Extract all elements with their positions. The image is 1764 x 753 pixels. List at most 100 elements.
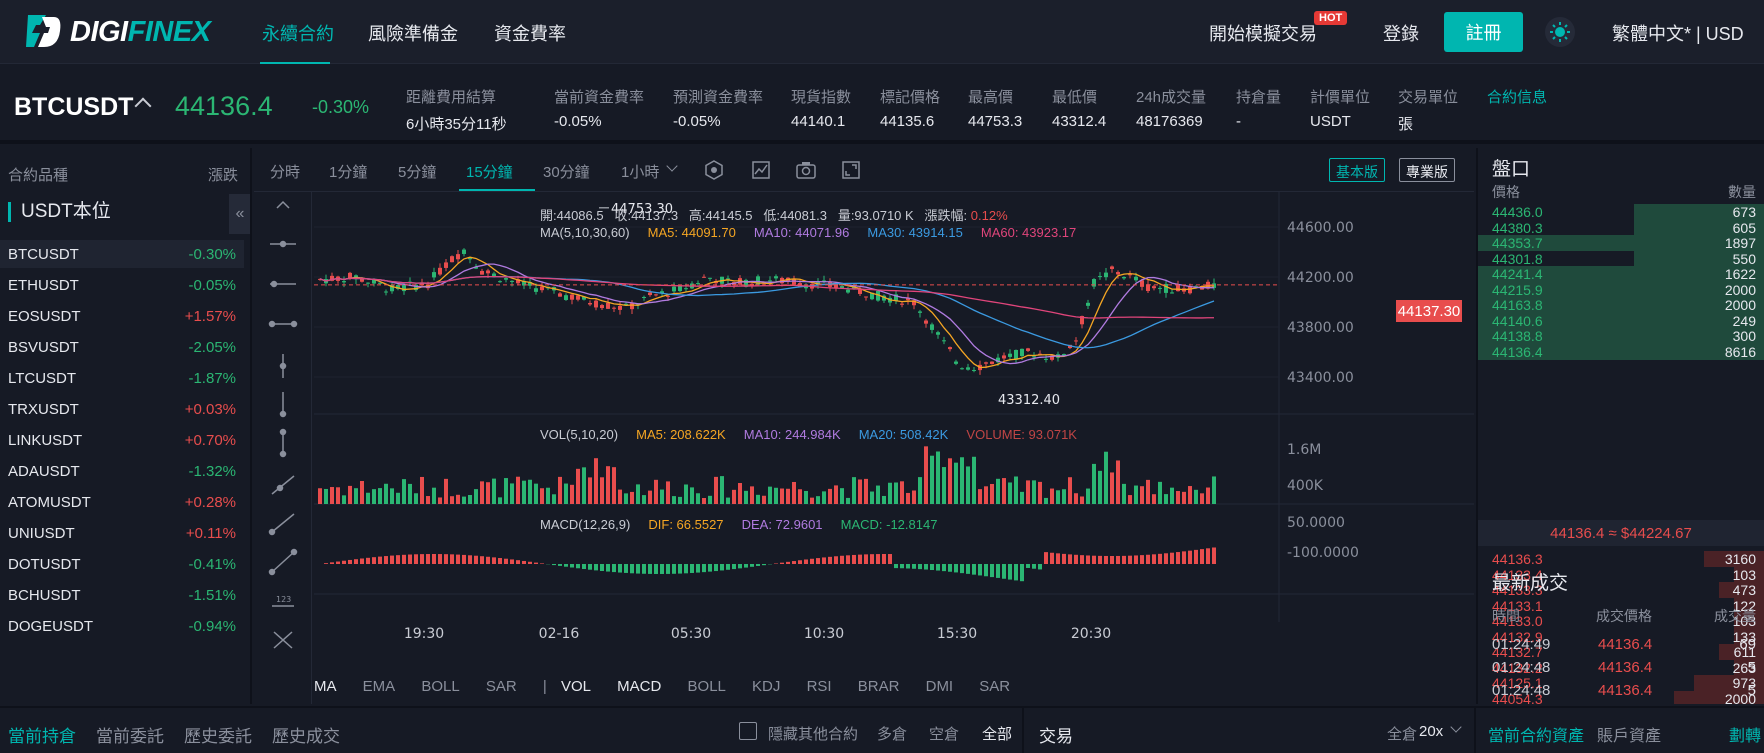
- market-row-bsvusdt[interactable]: BSVUSDT-2.05%: [0, 333, 244, 361]
- market-row-eosusdt[interactable]: EOSUSDT+1.57%: [0, 302, 244, 330]
- volume-bar: [348, 486, 352, 504]
- tf-15m[interactable]: 15分鐘: [466, 161, 513, 182]
- nav-demo-trading[interactable]: 開始模擬交易: [1209, 20, 1317, 46]
- market-row-trxusdt[interactable]: TRXUSDT+0.03%: [0, 395, 244, 423]
- ask-qty: 1622: [1725, 266, 1756, 282]
- ind-macd[interactable]: MACD: [617, 678, 661, 695]
- ask-row[interactable]: 44436.0673: [1478, 204, 1764, 220]
- market-row-btcusdt[interactable]: BTCUSDT-0.30%: [0, 240, 244, 268]
- ind-ema[interactable]: EMA: [363, 678, 396, 695]
- tf-timeshare[interactable]: 分時: [270, 161, 300, 182]
- market-row-dogeusdt[interactable]: DOGEUSDT-0.94%: [0, 612, 244, 640]
- ind-ma[interactable]: MA: [314, 678, 337, 695]
- ind-dmi[interactable]: DMI: [926, 678, 954, 695]
- symbol-title[interactable]: BTCUSDT: [14, 93, 133, 122]
- ask-row[interactable]: 44353.71897: [1478, 235, 1764, 251]
- ask-row[interactable]: 44140.6249: [1478, 313, 1764, 329]
- candle-body: [606, 303, 610, 309]
- margin-mode[interactable]: 全倉: [1387, 723, 1417, 744]
- market-symbol: EOSUSDT: [8, 308, 81, 325]
- market-row-uniusdt[interactable]: UNIUSDT+0.11%: [0, 519, 244, 547]
- market-row-ltcusdt[interactable]: LTCUSDT-1.87%: [0, 364, 244, 392]
- macd-bar: [642, 564, 646, 574]
- tf-1m[interactable]: 1分鐘: [329, 161, 367, 182]
- ind-sub-sar[interactable]: SAR: [979, 678, 1010, 695]
- leverage-selector[interactable]: 20x: [1419, 723, 1443, 740]
- ask-row[interactable]: 44138.8300: [1478, 328, 1764, 344]
- basic-version-button[interactable]: 基本版: [1329, 158, 1385, 182]
- theme-toggle-icon[interactable]: [1545, 17, 1575, 47]
- hide-other-label[interactable]: 隱藏其他合約: [768, 723, 858, 744]
- macd-bar: [444, 554, 448, 564]
- ask-row[interactable]: 44241.41622: [1478, 266, 1764, 282]
- volume-bar: [1062, 489, 1066, 504]
- pro-version-button[interactable]: 專業版: [1399, 158, 1455, 182]
- volume-bar: [840, 488, 844, 504]
- chart-canvas[interactable]: 44600.0044200.0043800.0043400.001.6M400K…: [314, 192, 1474, 704]
- tab-positions[interactable]: 當前持倉: [8, 722, 76, 747]
- camera-icon[interactable]: [796, 160, 816, 180]
- ind-sar[interactable]: SAR: [486, 678, 517, 695]
- fullscreen-icon[interactable]: [841, 160, 861, 180]
- logo[interactable]: DIGIFINEX: [24, 12, 211, 52]
- indicator-settings-icon[interactable]: [704, 160, 724, 180]
- macd-bar: [1206, 548, 1210, 564]
- ask-row[interactable]: 44301.8550: [1478, 251, 1764, 267]
- ind-rsi[interactable]: RSI: [807, 678, 832, 695]
- volume-bar: [384, 484, 388, 504]
- nav-funding-rate[interactable]: 資金費率: [494, 20, 566, 46]
- bid-row[interactable]: 44136.33160: [1478, 551, 1764, 567]
- volume-bar: [1188, 486, 1192, 504]
- tab-contract-assets[interactable]: 當前合約資產: [1488, 722, 1584, 746]
- candlestick-plot[interactable]: 44600.0044200.0043800.0043400.001.6M400K…: [314, 192, 1474, 704]
- market-row-bchusdt[interactable]: BCHUSDT-1.51%: [0, 581, 244, 609]
- ask-row[interactable]: 44215.92000: [1478, 282, 1764, 298]
- candle-body: [498, 281, 502, 282]
- market-row-dotusdt[interactable]: DOTUSDT-0.41%: [0, 550, 244, 578]
- tf-1h[interactable]: 1小時: [621, 161, 659, 182]
- market-row-ethusdt[interactable]: ETHUSDT-0.05%: [0, 271, 244, 299]
- tab-open-orders[interactable]: 當前委託: [96, 722, 164, 747]
- filter-long[interactable]: 多倉: [877, 723, 907, 744]
- ind-sub-boll[interactable]: BOLL: [688, 678, 726, 695]
- macd-bar: [834, 556, 838, 564]
- macd-bar: [726, 564, 730, 570]
- chart-indicator-icon[interactable]: [751, 160, 771, 180]
- collapse-icon[interactable]: «: [229, 194, 251, 234]
- ind-brar[interactable]: BRAR: [858, 678, 900, 695]
- ind-boll[interactable]: BOLL: [421, 678, 459, 695]
- macd-bar: [534, 563, 538, 564]
- login-link[interactable]: 登錄: [1383, 20, 1419, 46]
- hide-other-checkbox[interactable]: [739, 722, 757, 740]
- contract-info-link[interactable]: 合約信息: [1487, 86, 1547, 107]
- chevron-down-icon[interactable]: [666, 160, 677, 171]
- candle-body: [510, 281, 514, 282]
- nav-perpetual[interactable]: 永續合約: [262, 20, 334, 46]
- filter-all[interactable]: 全部: [982, 723, 1012, 744]
- transfer-link[interactable]: 劃轉: [1729, 722, 1761, 746]
- ask-row[interactable]: 44380.3605: [1478, 220, 1764, 236]
- stat-trade-unit: 交易單位張: [1398, 86, 1458, 134]
- macd-bar: [702, 564, 706, 572]
- ind-kdj[interactable]: KDJ: [752, 678, 780, 695]
- tf-5m[interactable]: 5分鐘: [398, 161, 436, 182]
- market-row-adausdt[interactable]: ADAUSDT-1.32%: [0, 457, 244, 485]
- ind-vol[interactable]: VOL: [561, 678, 591, 695]
- volume-bar: [1068, 477, 1072, 504]
- leverage-chevron-down-icon[interactable]: [1450, 721, 1461, 732]
- tab-account-assets[interactable]: 賬戶資產: [1597, 722, 1661, 746]
- market-group-usdt[interactable]: USDT本位: [8, 202, 111, 222]
- tf-30m[interactable]: 30分鐘: [543, 161, 590, 182]
- candle-body: [684, 288, 688, 289]
- tab-trade-history[interactable]: 歷史成交: [272, 722, 340, 747]
- tab-order-history[interactable]: 歷史委託: [184, 722, 252, 747]
- nav-risk-reserve[interactable]: 風險準備金: [368, 20, 458, 46]
- ask-row[interactable]: 44136.48616: [1478, 344, 1764, 360]
- ask-row[interactable]: 44163.82000: [1478, 297, 1764, 313]
- market-row-linkusdt[interactable]: LINKUSDT+0.70%: [0, 426, 244, 454]
- filter-short[interactable]: 空倉: [929, 723, 959, 744]
- market-row-atomusdt[interactable]: ATOMUSDT+0.28%: [0, 488, 244, 516]
- register-button[interactable]: 註冊: [1444, 12, 1523, 52]
- language-selector[interactable]: 繁體中文* | USD: [1612, 20, 1744, 46]
- macd-bar: [408, 555, 412, 564]
